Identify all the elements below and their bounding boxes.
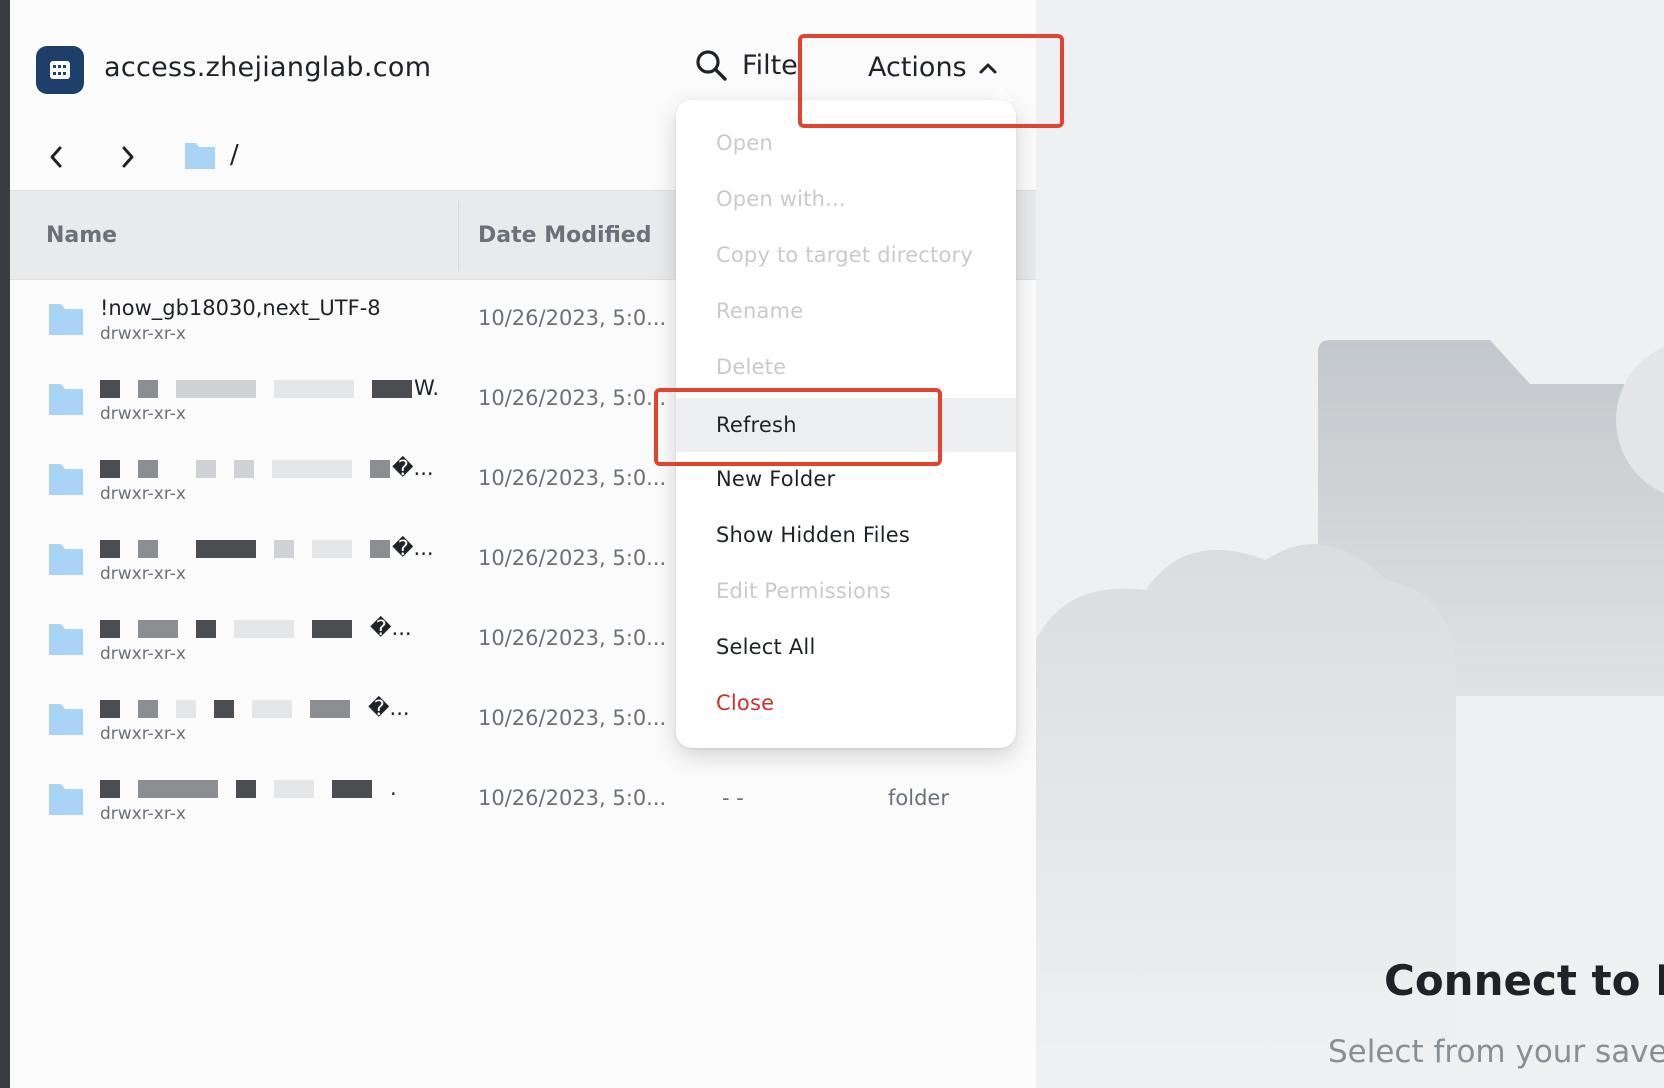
menu-item-close[interactable]: Close: [676, 678, 1016, 728]
file-permissions: drwxr-xr-x: [100, 644, 186, 664]
table-row[interactable]: . drwxr-xr-x 10/26/2023, 5:0... - - fold…: [10, 760, 1036, 840]
column-date-modified[interactable]: Date Modified: [478, 223, 651, 248]
folder-icon: [49, 384, 83, 415]
folder-icon: [185, 143, 215, 169]
file-date: 10/26/2023, 5:0...: [478, 306, 667, 330]
window-edge: [0, 0, 10, 1088]
file-date: 10/26/2023, 5:0...: [478, 786, 667, 810]
folder-icon: [49, 784, 83, 815]
breadcrumb-path: /: [230, 140, 239, 170]
file-date: 10/26/2023, 5:0...: [478, 706, 667, 730]
menu-item-copy-to-target[interactable]: Copy to target directory: [676, 230, 1016, 280]
menu-item-edit-permissions[interactable]: Edit Permissions: [676, 566, 1016, 616]
forward-button[interactable]: [114, 142, 142, 172]
search-icon: [696, 50, 727, 81]
file-date: 10/26/2023, 5:0...: [478, 546, 667, 570]
filter-button[interactable]: Filte: [694, 48, 798, 82]
server-icon: [36, 46, 84, 94]
host-name: access.zhejianglab.com: [104, 52, 432, 83]
menu-item-show-hidden-files[interactable]: Show Hidden Files: [676, 510, 1016, 560]
menu-item-delete[interactable]: Delete: [676, 342, 1016, 392]
back-button[interactable]: [42, 142, 70, 172]
file-kind: folder: [888, 786, 949, 810]
folder-icon: [49, 464, 83, 495]
file-permissions: drwxr-xr-x: [100, 324, 186, 344]
folder-icon: [49, 304, 83, 335]
column-divider[interactable]: [458, 201, 459, 271]
file-date: 10/26/2023, 5:0...: [478, 626, 667, 650]
file-name-redacted: �...: [100, 456, 440, 484]
breadcrumb[interactable]: /: [184, 140, 239, 170]
chevron-left-icon: [50, 146, 62, 168]
folder-icon: [49, 624, 83, 655]
file-name-redacted: .: [100, 776, 440, 804]
connect-title: Connect to Ho: [1384, 956, 1664, 1005]
file-size: - -: [722, 786, 744, 810]
filter-label: Filte: [742, 49, 798, 81]
file-name-redacted: �...: [100, 616, 440, 644]
highlight-refresh: [654, 388, 942, 466]
file-name-redacted: �...: [100, 696, 440, 724]
chevron-right-icon: [122, 146, 134, 168]
highlight-actions: [798, 34, 1064, 128]
file-permissions: drwxr-xr-x: [100, 804, 186, 824]
menu-item-open-with[interactable]: Open with...: [676, 174, 1016, 224]
file-name-redacted: �...: [100, 536, 440, 564]
file-permissions: drwxr-xr-x: [100, 484, 186, 504]
column-name[interactable]: Name: [46, 223, 117, 248]
folder-icon: [49, 544, 83, 575]
file-browser-pane: access.zhejianglab.com Filte Actions / N…: [10, 0, 1036, 1088]
cloud-folder-illustration: [1036, 340, 1664, 1060]
menu-item-select-all[interactable]: Select All: [676, 622, 1016, 672]
menu-item-rename[interactable]: Rename: [676, 286, 1016, 336]
file-permissions: drwxr-xr-x: [100, 564, 186, 584]
file-date: 10/26/2023, 5:0...: [478, 466, 667, 490]
file-date: 10/26/2023, 5:0...: [478, 386, 667, 410]
file-name: !now_gb18030,next_UTF-8: [100, 296, 381, 320]
folder-icon: [49, 704, 83, 735]
connect-panel: Connect to Ho Select from your saved: [1036, 0, 1664, 1088]
file-permissions: drwxr-xr-x: [100, 404, 186, 424]
file-permissions: drwxr-xr-x: [100, 724, 186, 744]
connect-subtitle: Select from your saved: [1328, 1034, 1664, 1070]
file-name-redacted: W...: [100, 376, 440, 404]
